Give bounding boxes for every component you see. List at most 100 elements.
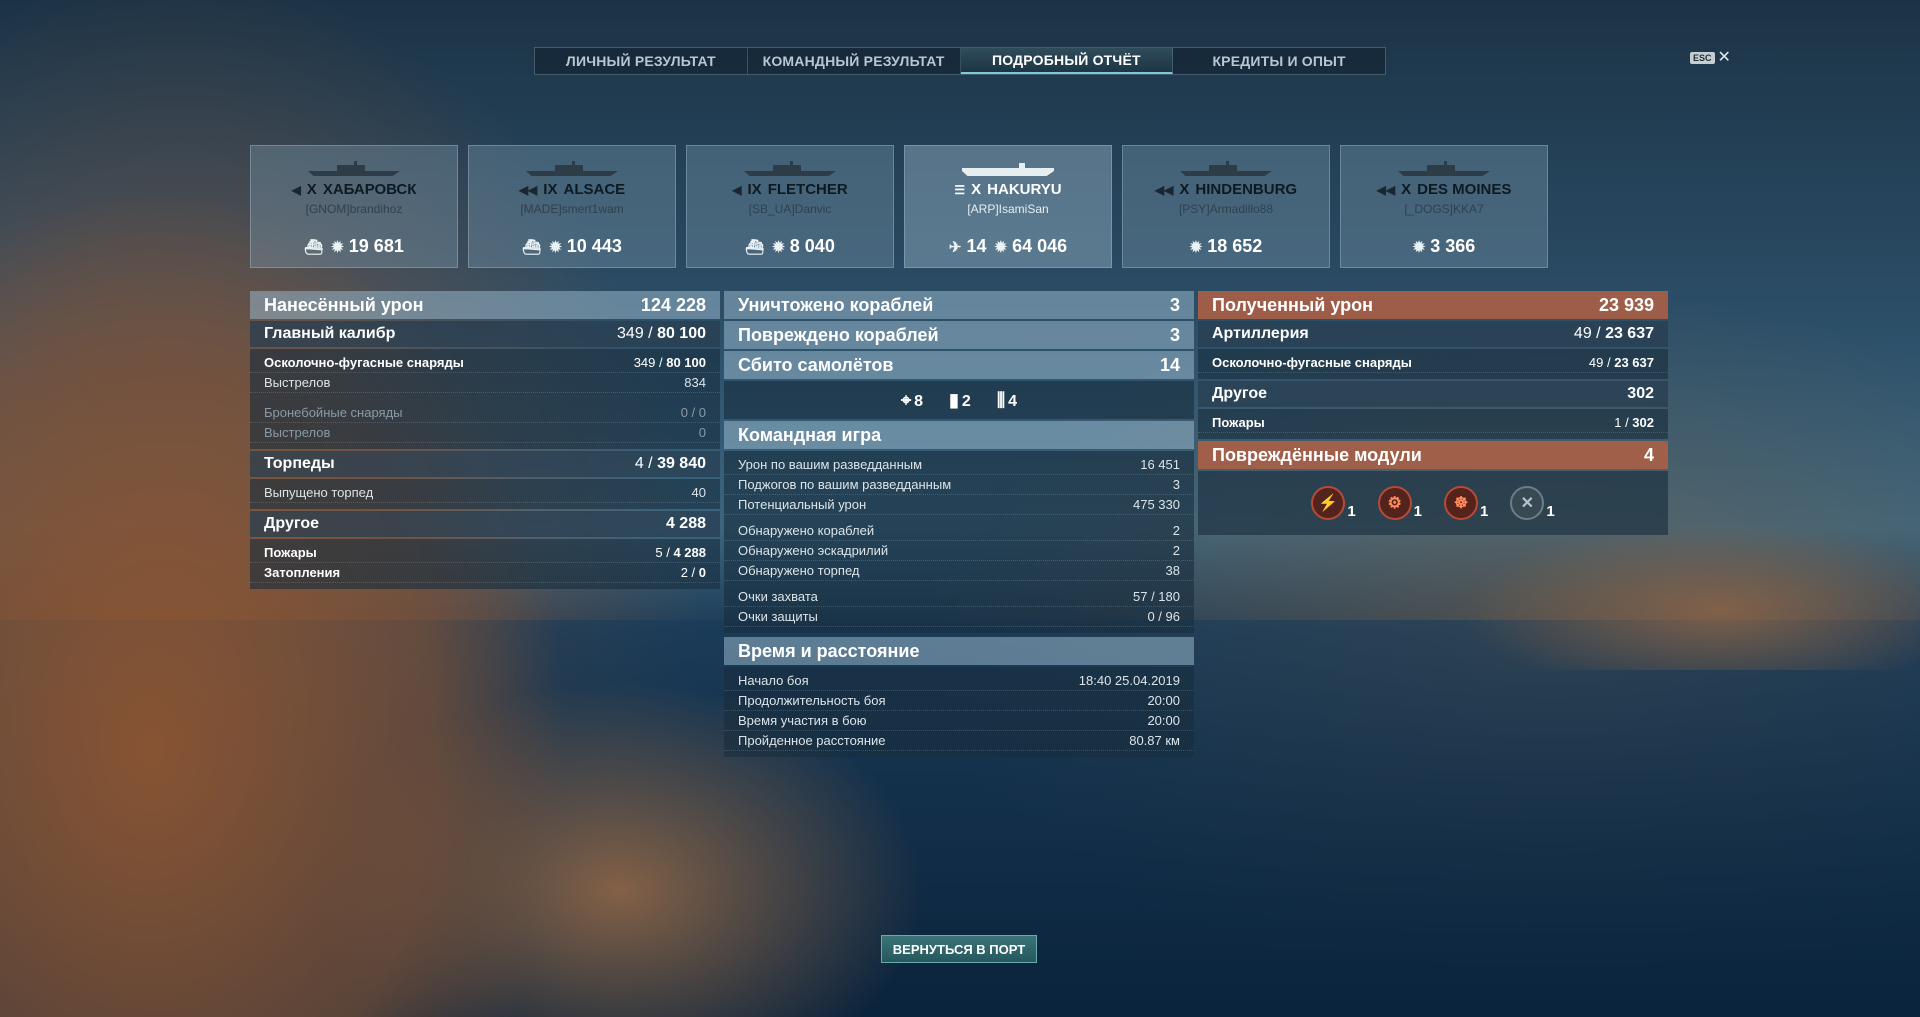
destroyer-class-icon: ◀ xyxy=(732,182,742,197)
player-name: [MADE]smert1wam xyxy=(520,202,624,216)
battle-duration-row: Продолжительность боя 20:00 xyxy=(724,691,1194,711)
ship-card-alsace[interactable]: ◀◀ IX ALSACE [MADE]smert1wam ⛴ ✹ 10 443 xyxy=(468,145,676,268)
damage-received-header: Полученный урон 23 939 xyxy=(1198,291,1668,319)
damaged-modules-header: Повреждённые модули 4 xyxy=(1198,441,1668,469)
damage-icon: ✹ xyxy=(331,238,344,256)
planes-shot-down-row: Сбито самолётов 14 xyxy=(724,351,1194,379)
close-icon: ✕ xyxy=(1717,49,1731,66)
player-name: [ARP]IsamiSan xyxy=(967,202,1049,216)
combat-summary-column: Уничтожено кораблей 3 Повреждено кораблей… xyxy=(724,291,1194,757)
battle-start-row: Начало боя 18:40 25.04.2019 xyxy=(724,671,1194,691)
ships-damaged-row: Повреждено кораблей 3 xyxy=(724,321,1194,349)
ship-tier: X xyxy=(971,181,982,198)
ship-silhouette-icon xyxy=(526,161,618,176)
ships-destroyed-row: Уничтожено кораблей 3 xyxy=(724,291,1194,319)
time-distance-details: Начало боя 18:40 25.04.2019 Продолжительн… xyxy=(724,667,1194,757)
module-aa-gun: ✕ 1 xyxy=(1510,486,1555,520)
ships-spotted-row: Обнаружено кораблей 2 xyxy=(724,521,1194,541)
background-island xyxy=(1390,520,1920,670)
ship-tier: X xyxy=(1401,181,1412,198)
ship-silhouette-icon xyxy=(308,161,400,176)
damage-icon: ✹ xyxy=(1412,238,1426,256)
ship-tier: X xyxy=(1179,181,1190,198)
squadrons-spotted-row: Обнаружено эскадрилий 2 xyxy=(724,541,1194,561)
fires-row: Пожары 5 / 4 288 xyxy=(250,543,720,563)
crosshair-icon: ⌖ xyxy=(900,389,912,410)
tab-credits-xp[interactable]: КРЕДИТЫ И ОПЫТ xyxy=(1173,48,1385,74)
floods-row: Затопления 2 / 0 xyxy=(250,563,720,583)
damage-icon: ✹ xyxy=(772,238,785,256)
ship-silhouette-icon xyxy=(1398,161,1490,176)
ship-card-fletcher[interactable]: ◀ IX FLETCHER [SB_UA]Danvic ⛴ ✹ 8 040 xyxy=(686,145,894,268)
main-battery-details: Осколочно-фугасные снаряды 349 / 80 100 В… xyxy=(250,349,720,449)
damage-value: 3 366 xyxy=(1430,236,1476,256)
torpedoes-spotted-row: Обнаружено торпед 38 xyxy=(724,561,1194,581)
damage-icon: ✹ xyxy=(549,238,562,256)
damage-dealt-header: Нанесённый урон 124 228 xyxy=(250,291,720,319)
he-received-row: Осколочно-фугасные снаряды 49 / 23 637 xyxy=(1198,353,1668,373)
player-name: [_DOGS]KKA7 xyxy=(1404,202,1484,216)
spotting-fires-row: Поджогов по вашим разведданным 3 xyxy=(724,475,1194,495)
time-in-battle-row: Время участия в бою 20:00 xyxy=(724,711,1194,731)
planes-value: 14 xyxy=(966,236,987,256)
ap-shots-row: Выстрелов 0 xyxy=(250,423,720,443)
ship-name: ХАБАРОВСК xyxy=(322,181,417,198)
sunk-ship-icon: ⛴ xyxy=(304,238,324,256)
fires-received-row: Пожары 1 / 302 xyxy=(1198,413,1668,433)
damage-received-column: Полученный урон 23 939 Артиллерия 49 / 23 … xyxy=(1198,291,1668,535)
damaged-modules-list: ⚡ 1 ⚙ 1 ☸ 1 ✕ 1 xyxy=(1198,471,1668,535)
distance-row: Пройденное расстояние 80.87 км xyxy=(724,731,1194,751)
damage-icon: ✹ xyxy=(1189,238,1203,256)
artillery-row: Артиллерия 49 / 23 637 xyxy=(1198,321,1668,347)
ship-silhouette-icon xyxy=(962,163,1054,176)
team-play-details: Урон по вашим разведданным 16 451 Поджого… xyxy=(724,451,1194,633)
ship-name: FLETCHER xyxy=(767,181,848,198)
capture-points-row: Очки захвата 57 / 180 xyxy=(724,587,1194,607)
damage-dealt-total: 124 228 xyxy=(640,294,706,315)
player-name: [PSY]Armadillo88 xyxy=(1178,202,1274,216)
module-engine: ⚙ 1 xyxy=(1377,486,1422,520)
close-button[interactable]: ESC ✕ xyxy=(1690,50,1731,66)
return-to-port-button[interactable]: ВЕРНУТЬСЯ В ПОРТ xyxy=(881,935,1037,963)
ship-card-hindenburg[interactable]: ◀◀ X HINDENBURG [PSY]Armadillo88 ✹ 18 652 xyxy=(1122,145,1330,268)
time-distance-header: Время и расстояние xyxy=(724,637,1194,665)
ap-shells-row: Бронебойные снаряды 0 / 0 xyxy=(250,403,720,423)
artillery-details: Осколочно-фугасные снаряды 49 / 23 637 xyxy=(1198,349,1668,379)
damage-received-total: 23 939 xyxy=(1598,294,1654,315)
plane-shot-down-icon: ✈ xyxy=(948,238,962,256)
he-shells-row: Осколочно-фугасные снаряды 349 / 80 100 xyxy=(250,353,720,373)
cruiser-class-icon: ◀◀ xyxy=(1154,182,1174,197)
ship-name: ALSACE xyxy=(563,181,626,198)
plane-types-row: ⌖ 8 ▮ 2 ⫼ 4 xyxy=(724,381,1194,419)
ship-card-hakuryu[interactable]: ☰ X HAKURYU [ARP]IsamiSan ✈ 14 ✹ 64 046 xyxy=(904,145,1112,268)
ship-silhouette-icon xyxy=(744,161,836,176)
cruiser-class-icon: ◀◀ xyxy=(1376,182,1396,197)
main-battery-row: Главный калибр 349 / 80 100 xyxy=(250,321,720,347)
player-name: [GNOM]brandihoz xyxy=(305,202,403,216)
ship-card-khabarovsk[interactable]: ◀ X ХАБАРОВСК [GNOM]brandihoz ⛴ ✹ 19 681 xyxy=(250,145,458,268)
module-main-battery: ⚡ 1 xyxy=(1311,486,1356,520)
torpedoes-row: Торпеды 4 / 39 840 xyxy=(250,451,720,477)
damage-value: 64 046 xyxy=(1012,236,1068,256)
steering-icon: ☸ xyxy=(1444,486,1478,520)
ship-silhouette-icon xyxy=(1180,161,1272,176)
tab-personal-result[interactable]: ЛИЧНЫЙ РЕЗУЛЬТАТ xyxy=(535,48,748,74)
battleship-class-icon: ◀◀ xyxy=(518,182,538,197)
aa-gun-icon: ✕ xyxy=(1510,486,1545,520)
damage-value: 8 040 xyxy=(789,236,835,256)
ship-tier: IX xyxy=(747,181,762,198)
ship-tier: IX xyxy=(543,181,558,198)
tab-detailed-report[interactable]: ПОДРОБНЫЙ ОТЧЁТ xyxy=(960,48,1174,74)
team-play-header: Командная игра xyxy=(724,421,1194,449)
bomb-icon: ▮ xyxy=(949,389,959,410)
esc-key-label: ESC xyxy=(1690,52,1715,64)
torpedo-details: Выпущено торпед 40 xyxy=(250,479,720,509)
sunk-ship-icon: ⛴ xyxy=(522,238,542,256)
ship-card-des-moines[interactable]: ◀◀ X DES MOINES [_DOGS]KKA7 ✹ 3 366 xyxy=(1340,145,1548,268)
tab-team-result[interactable]: КОМАНДНЫЙ РЕЗУЛЬТАТ xyxy=(748,48,961,74)
result-tabs: ЛИЧНЫЙ РЕЗУЛЬТАТ КОМАНДНЫЙ РЕЗУЛЬТАТ ПОД… xyxy=(534,47,1386,75)
other-damage-row: Другое 4 288 xyxy=(250,511,720,537)
torpedo-icon: ⫼ xyxy=(996,389,1006,410)
damage-value: 19 681 xyxy=(348,236,404,256)
ship-tier: X xyxy=(306,181,317,198)
